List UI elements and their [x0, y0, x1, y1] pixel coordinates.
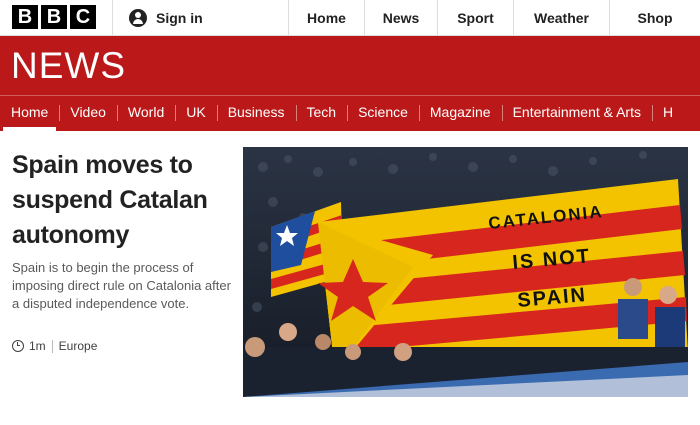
news-nav-home[interactable]: Home — [0, 96, 59, 131]
bbc-logo-letter: B — [12, 5, 38, 29]
news-header: NEWS Home Video World UK Business Tech S… — [0, 36, 700, 131]
news-nav-entertainment-arts[interactable]: Entertainment & Arts — [501, 96, 652, 131]
story-image[interactable]: CATALONIA IS NOT SPAIN — [243, 147, 688, 397]
news-nav-uk[interactable]: UK — [175, 96, 216, 131]
meta-separator — [51, 339, 53, 353]
news-nav-world[interactable]: World — [116, 96, 175, 131]
news-nav: Home Video World UK Business Tech Scienc… — [0, 96, 684, 131]
top-nav-sport[interactable]: Sport — [437, 0, 513, 36]
bbc-logo[interactable]: B B C — [12, 5, 96, 29]
clock-icon — [12, 340, 24, 352]
news-nav-video[interactable]: Video — [59, 96, 117, 131]
bbc-logo-letter: B — [41, 5, 67, 29]
bbc-top-nav: Home News Sport Weather Shop — [288, 0, 700, 36]
news-nav-truncated[interactable]: H — [652, 96, 684, 131]
news-nav-magazine[interactable]: Magazine — [418, 96, 502, 131]
top-nav-home[interactable]: Home — [288, 0, 364, 36]
news-nav-tech[interactable]: Tech — [295, 96, 348, 131]
story-section-link[interactable]: Europe — [59, 339, 98, 353]
top-nav-news[interactable]: News — [364, 0, 437, 36]
top-nav-shop[interactable]: Shop — [609, 0, 700, 36]
sign-in-label: Sign in — [156, 10, 203, 26]
sign-in-link[interactable]: Sign in — [112, 0, 288, 36]
news-nav-science[interactable]: Science — [347, 96, 419, 131]
story-photo-illustration: CATALONIA IS NOT SPAIN — [243, 147, 688, 397]
story-summary: Spain is to begin the process of imposin… — [12, 260, 231, 311]
bbc-logo-letter: C — [70, 5, 96, 29]
news-nav-business[interactable]: Business — [216, 96, 296, 131]
news-logo[interactable]: NEWS — [11, 46, 126, 86]
bbc-top-bar: B B C Sign in Home News Sport Weather Sh… — [0, 0, 700, 36]
user-avatar-icon — [129, 9, 147, 27]
top-nav-weather[interactable]: Weather — [513, 0, 609, 36]
story-timestamp: 1m — [29, 339, 46, 353]
story-headline[interactable]: Spain moves to suspend Catalan autonomy — [12, 148, 232, 253]
story-meta: 1m Europe — [12, 339, 97, 353]
